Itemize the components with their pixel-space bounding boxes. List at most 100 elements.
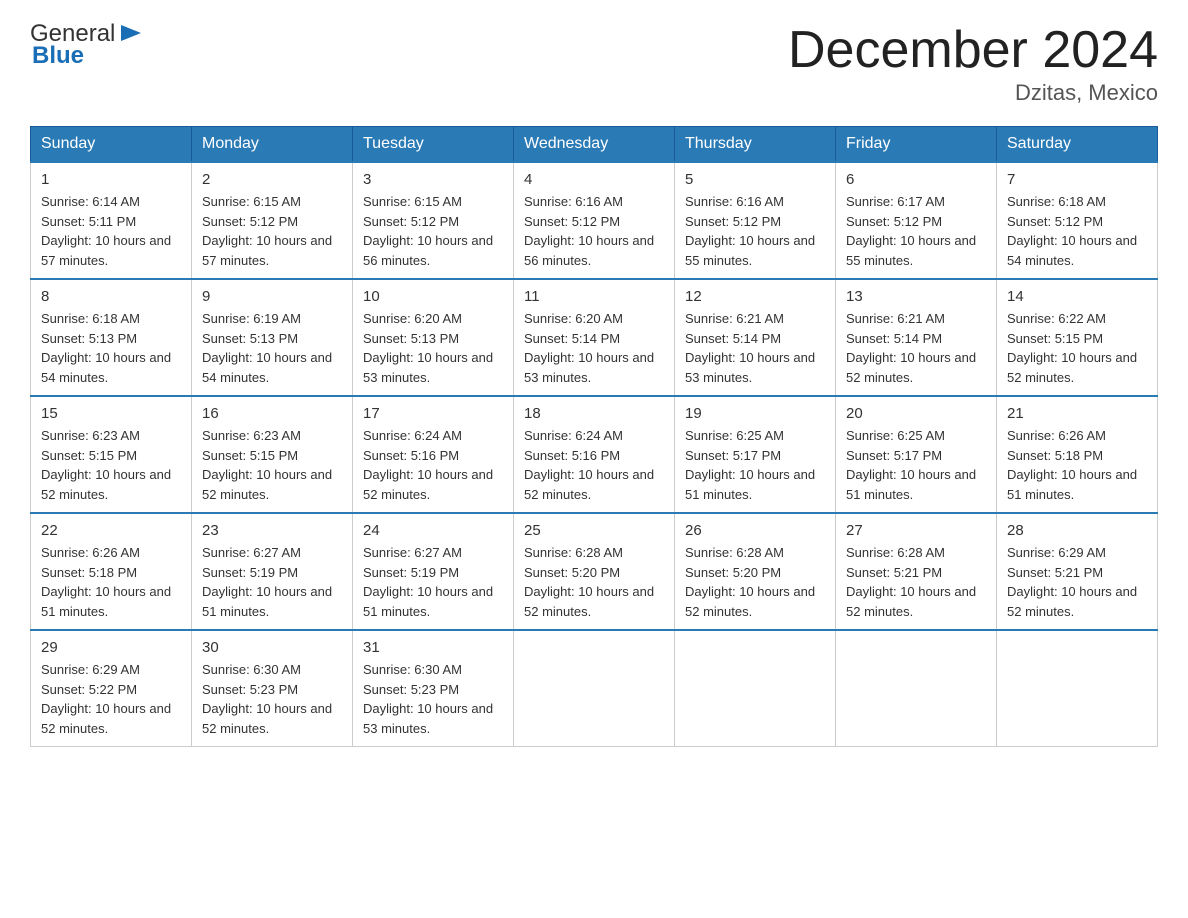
day-info: Sunrise: 6:25 AMSunset: 5:17 PMDaylight:… xyxy=(846,428,976,502)
table-row xyxy=(675,630,836,747)
day-number: 6 xyxy=(846,171,986,188)
table-row: 8 Sunrise: 6:18 AMSunset: 5:13 PMDayligh… xyxy=(31,279,192,396)
logo-blue: Blue xyxy=(32,42,145,70)
header-wednesday: Wednesday xyxy=(514,127,675,163)
day-number: 22 xyxy=(41,522,181,539)
day-info: Sunrise: 6:26 AMSunset: 5:18 PMDaylight:… xyxy=(1007,428,1137,502)
table-row: 25 Sunrise: 6:28 AMSunset: 5:20 PMDaylig… xyxy=(514,513,675,630)
header-thursday: Thursday xyxy=(675,127,836,163)
day-number: 16 xyxy=(202,405,342,422)
page-header: General Blue December 2024 Dzitas, Mexic… xyxy=(30,20,1158,106)
day-info: Sunrise: 6:29 AMSunset: 5:21 PMDaylight:… xyxy=(1007,545,1137,619)
day-info: Sunrise: 6:16 AMSunset: 5:12 PMDaylight:… xyxy=(524,194,654,268)
day-info: Sunrise: 6:30 AMSunset: 5:23 PMDaylight:… xyxy=(363,662,493,736)
table-row: 23 Sunrise: 6:27 AMSunset: 5:19 PMDaylig… xyxy=(192,513,353,630)
table-row: 10 Sunrise: 6:20 AMSunset: 5:13 PMDaylig… xyxy=(353,279,514,396)
day-info: Sunrise: 6:18 AMSunset: 5:12 PMDaylight:… xyxy=(1007,194,1137,268)
day-number: 10 xyxy=(363,288,503,305)
table-row xyxy=(836,630,997,747)
table-row: 13 Sunrise: 6:21 AMSunset: 5:14 PMDaylig… xyxy=(836,279,997,396)
calendar-header: Sunday Monday Tuesday Wednesday Thursday… xyxy=(31,127,1158,163)
day-number: 11 xyxy=(524,288,664,305)
day-info: Sunrise: 6:30 AMSunset: 5:23 PMDaylight:… xyxy=(202,662,332,736)
day-info: Sunrise: 6:28 AMSunset: 5:21 PMDaylight:… xyxy=(846,545,976,619)
table-row: 9 Sunrise: 6:19 AMSunset: 5:13 PMDayligh… xyxy=(192,279,353,396)
day-number: 28 xyxy=(1007,522,1147,539)
day-info: Sunrise: 6:15 AMSunset: 5:12 PMDaylight:… xyxy=(202,194,332,268)
table-row: 15 Sunrise: 6:23 AMSunset: 5:15 PMDaylig… xyxy=(31,396,192,513)
day-number: 2 xyxy=(202,171,342,188)
day-number: 29 xyxy=(41,639,181,656)
table-row: 6 Sunrise: 6:17 AMSunset: 5:12 PMDayligh… xyxy=(836,162,997,279)
table-row xyxy=(997,630,1158,747)
table-row xyxy=(514,630,675,747)
day-number: 24 xyxy=(363,522,503,539)
day-number: 23 xyxy=(202,522,342,539)
day-number: 20 xyxy=(846,405,986,422)
day-info: Sunrise: 6:21 AMSunset: 5:14 PMDaylight:… xyxy=(846,311,976,385)
day-info: Sunrise: 6:20 AMSunset: 5:13 PMDaylight:… xyxy=(363,311,493,385)
table-row: 2 Sunrise: 6:15 AMSunset: 5:12 PMDayligh… xyxy=(192,162,353,279)
day-number: 14 xyxy=(1007,288,1147,305)
day-number: 27 xyxy=(846,522,986,539)
day-number: 7 xyxy=(1007,171,1147,188)
day-number: 26 xyxy=(685,522,825,539)
table-row: 31 Sunrise: 6:30 AMSunset: 5:23 PMDaylig… xyxy=(353,630,514,747)
day-info: Sunrise: 6:26 AMSunset: 5:18 PMDaylight:… xyxy=(41,545,171,619)
table-row: 18 Sunrise: 6:24 AMSunset: 5:16 PMDaylig… xyxy=(514,396,675,513)
day-number: 18 xyxy=(524,405,664,422)
table-row: 21 Sunrise: 6:26 AMSunset: 5:18 PMDaylig… xyxy=(997,396,1158,513)
calendar-body: 1 Sunrise: 6:14 AMSunset: 5:11 PMDayligh… xyxy=(31,162,1158,747)
month-title: December 2024 xyxy=(788,20,1158,80)
day-number: 5 xyxy=(685,171,825,188)
title-block: December 2024 Dzitas, Mexico xyxy=(788,20,1158,106)
table-row: 1 Sunrise: 6:14 AMSunset: 5:11 PMDayligh… xyxy=(31,162,192,279)
header-sunday: Sunday xyxy=(31,127,192,163)
day-info: Sunrise: 6:24 AMSunset: 5:16 PMDaylight:… xyxy=(363,428,493,502)
header-monday: Monday xyxy=(192,127,353,163)
day-number: 21 xyxy=(1007,405,1147,422)
day-info: Sunrise: 6:16 AMSunset: 5:12 PMDaylight:… xyxy=(685,194,815,268)
table-row: 19 Sunrise: 6:25 AMSunset: 5:17 PMDaylig… xyxy=(675,396,836,513)
day-number: 8 xyxy=(41,288,181,305)
header-saturday: Saturday xyxy=(997,127,1158,163)
day-info: Sunrise: 6:27 AMSunset: 5:19 PMDaylight:… xyxy=(363,545,493,619)
table-row: 14 Sunrise: 6:22 AMSunset: 5:15 PMDaylig… xyxy=(997,279,1158,396)
day-info: Sunrise: 6:29 AMSunset: 5:22 PMDaylight:… xyxy=(41,662,171,736)
table-row: 30 Sunrise: 6:30 AMSunset: 5:23 PMDaylig… xyxy=(192,630,353,747)
table-row: 7 Sunrise: 6:18 AMSunset: 5:12 PMDayligh… xyxy=(997,162,1158,279)
calendar-table: Sunday Monday Tuesday Wednesday Thursday… xyxy=(30,126,1158,747)
day-info: Sunrise: 6:22 AMSunset: 5:15 PMDaylight:… xyxy=(1007,311,1137,385)
location: Dzitas, Mexico xyxy=(788,80,1158,106)
day-info: Sunrise: 6:24 AMSunset: 5:16 PMDaylight:… xyxy=(524,428,654,502)
day-number: 9 xyxy=(202,288,342,305)
day-number: 31 xyxy=(363,639,503,656)
table-row: 16 Sunrise: 6:23 AMSunset: 5:15 PMDaylig… xyxy=(192,396,353,513)
table-row: 20 Sunrise: 6:25 AMSunset: 5:17 PMDaylig… xyxy=(836,396,997,513)
table-row: 26 Sunrise: 6:28 AMSunset: 5:20 PMDaylig… xyxy=(675,513,836,630)
day-number: 25 xyxy=(524,522,664,539)
table-row: 29 Sunrise: 6:29 AMSunset: 5:22 PMDaylig… xyxy=(31,630,192,747)
table-row: 3 Sunrise: 6:15 AMSunset: 5:12 PMDayligh… xyxy=(353,162,514,279)
day-number: 17 xyxy=(363,405,503,422)
day-number: 12 xyxy=(685,288,825,305)
day-info: Sunrise: 6:19 AMSunset: 5:13 PMDaylight:… xyxy=(202,311,332,385)
day-info: Sunrise: 6:18 AMSunset: 5:13 PMDaylight:… xyxy=(41,311,171,385)
day-number: 13 xyxy=(846,288,986,305)
day-number: 15 xyxy=(41,405,181,422)
day-info: Sunrise: 6:28 AMSunset: 5:20 PMDaylight:… xyxy=(524,545,654,619)
table-row: 4 Sunrise: 6:16 AMSunset: 5:12 PMDayligh… xyxy=(514,162,675,279)
day-number: 19 xyxy=(685,405,825,422)
day-info: Sunrise: 6:28 AMSunset: 5:20 PMDaylight:… xyxy=(685,545,815,619)
day-info: Sunrise: 6:23 AMSunset: 5:15 PMDaylight:… xyxy=(41,428,171,502)
header-friday: Friday xyxy=(836,127,997,163)
table-row: 17 Sunrise: 6:24 AMSunset: 5:16 PMDaylig… xyxy=(353,396,514,513)
header-tuesday: Tuesday xyxy=(353,127,514,163)
table-row: 12 Sunrise: 6:21 AMSunset: 5:14 PMDaylig… xyxy=(675,279,836,396)
table-row: 22 Sunrise: 6:26 AMSunset: 5:18 PMDaylig… xyxy=(31,513,192,630)
table-row: 27 Sunrise: 6:28 AMSunset: 5:21 PMDaylig… xyxy=(836,513,997,630)
table-row: 11 Sunrise: 6:20 AMSunset: 5:14 PMDaylig… xyxy=(514,279,675,396)
day-info: Sunrise: 6:25 AMSunset: 5:17 PMDaylight:… xyxy=(685,428,815,502)
day-number: 30 xyxy=(202,639,342,656)
day-info: Sunrise: 6:14 AMSunset: 5:11 PMDaylight:… xyxy=(41,194,171,268)
